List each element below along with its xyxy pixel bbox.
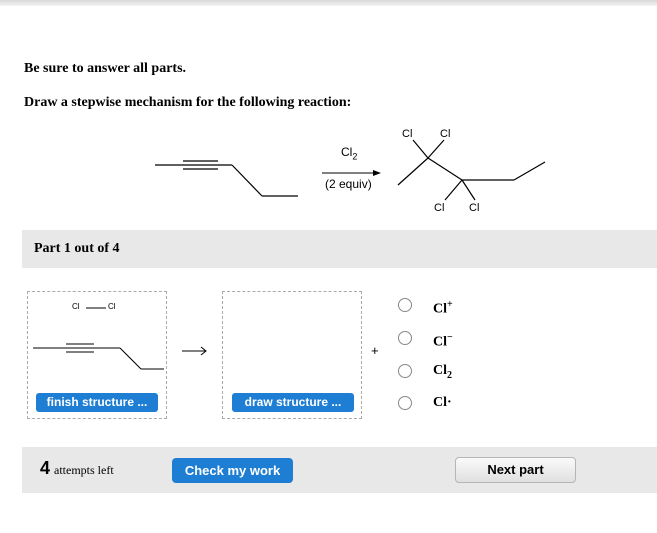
option-label: Cl2	[433, 362, 452, 385]
mechanism-arrow	[182, 346, 207, 356]
product-cl-label: Cl	[469, 202, 480, 214]
plus-sign: +	[371, 343, 379, 358]
product-cl-label: Cl	[402, 128, 413, 140]
part-header: Part 1 out of 4	[22, 230, 657, 268]
conditions-label: (2 equiv)	[325, 177, 372, 191]
top-border	[0, 0, 657, 6]
reagent-text: Cl2	[341, 145, 358, 162]
part-title: Part 1 out of 4	[34, 241, 120, 256]
product-cl-label: Cl	[440, 128, 451, 140]
sketch-cl-label: Cl	[108, 302, 116, 311]
reaction-drawing	[155, 139, 546, 201]
radio-button[interactable]	[398, 396, 412, 410]
option-label: Cl−	[433, 329, 453, 352]
radio-button[interactable]	[398, 364, 412, 378]
reactant-alkyne	[155, 160, 298, 197]
reaction-scheme: Cl2 (2 equiv) Cl Cl Cl Cl	[0, 120, 657, 230]
option-charge: +	[447, 299, 453, 310]
option-main: Cl	[433, 301, 447, 317]
sketch-box-products[interactable]: draw structure ...	[222, 291, 362, 419]
reaction-arrow	[322, 170, 381, 176]
reagent-label: Cl2	[341, 145, 357, 161]
attempts-text: attempts left	[54, 463, 114, 477]
check-my-work-button[interactable]: Check my work	[172, 458, 293, 483]
radio-button[interactable]	[398, 298, 412, 312]
instruction-draw-mechanism: Draw a stepwise mechanism for the follow…	[24, 95, 352, 110]
sketch-cl-label: Cl	[72, 302, 80, 311]
option-subscript: 2	[447, 369, 452, 381]
attempts-count: 4	[40, 458, 51, 478]
option-cl-anion[interactable]: Cl−	[398, 329, 518, 350]
attempts-left: 4 attempts left	[40, 458, 114, 479]
next-part-button[interactable]: Next part	[455, 457, 576, 483]
option-main: Cl	[433, 334, 447, 350]
option-label: Cl+	[433, 296, 453, 319]
footer-bar: 4 attempts left Check my work Next part	[22, 447, 657, 493]
option-cl2[interactable]: Cl2	[398, 362, 518, 381]
instruction-answer-all: Be sure to answer all parts.	[24, 61, 187, 76]
draw-structure-button[interactable]: draw structure ...	[232, 393, 354, 412]
option-cl-cation[interactable]: Cl+	[398, 296, 518, 317]
radio-button[interactable]	[398, 331, 412, 345]
option-charge: −	[447, 332, 453, 343]
finish-structure-button[interactable]: finish structure ...	[36, 393, 158, 412]
product-cl-label: Cl	[434, 202, 445, 214]
option-main: Cl	[433, 363, 447, 378]
option-main: Cl·	[433, 395, 452, 410]
option-cl-radical[interactable]: Cl·	[398, 394, 518, 412]
product-skeleton	[397, 139, 546, 201]
option-label: Cl·	[433, 394, 452, 412]
sketch-box-reactants[interactable]: Cl Cl finish structure ...	[27, 291, 167, 419]
